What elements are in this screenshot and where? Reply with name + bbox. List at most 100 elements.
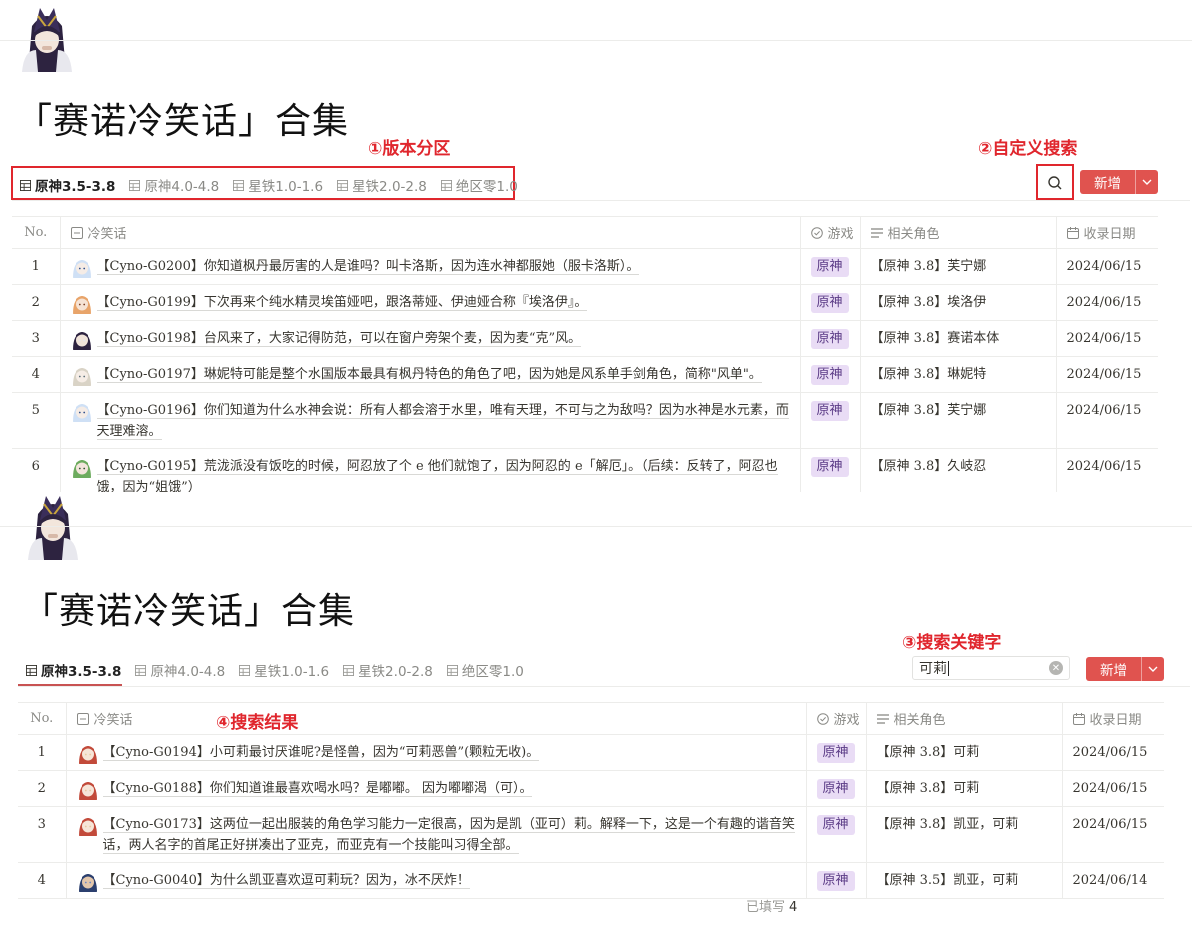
- game-cell[interactable]: 原神: [800, 320, 861, 357]
- tab-zzz-1-0[interactable]: 绝区零1.0: [440, 175, 518, 195]
- table-icon: [337, 179, 349, 191]
- game-tag: 原神: [810, 329, 849, 349]
- tab-genshin-4-0[interactable]: 原神4.0-4.8: [129, 175, 219, 195]
- game-cell[interactable]: 原神: [800, 448, 861, 492]
- tab-genshin-3-5[interactable]: 原神3.5-3.8: [26, 660, 121, 680]
- date-cell[interactable]: 2024/06/15: [1056, 356, 1158, 393]
- game-tag: 原神: [810, 401, 849, 421]
- date-cell[interactable]: 2024/06/15: [1062, 770, 1164, 807]
- new-record-label: 新增: [1094, 176, 1121, 192]
- search-input[interactable]: 可莉 ✕: [912, 656, 1070, 680]
- roles-cell[interactable]: 【原神 3.8】芙宁娜: [860, 392, 1057, 449]
- date-cell[interactable]: 2024/06/15: [1062, 734, 1164, 771]
- calendar-icon: [1072, 713, 1085, 725]
- joke-cell[interactable]: 【Cyno-G0195】荒泷派没有饭吃的时候，阿忍放了个 e 他们就饱了，因为阿…: [60, 448, 801, 492]
- date-cell[interactable]: 2024/06/14: [1062, 862, 1164, 899]
- table-row[interactable]: 5 【Cyno-G0196】你们知道为什么水神会说：所有人都会溶于水里，唯有天理，…: [12, 392, 1158, 449]
- tab-genshin-4-0[interactable]: 原神4.0-4.8: [135, 660, 225, 680]
- date-cell[interactable]: 2024/06/15: [1056, 392, 1158, 449]
- table-row[interactable]: 3 【Cyno-G0198】台风来了，大家记得防范，可以在窗户旁架个麦，因为麦“克…: [12, 320, 1158, 357]
- clear-icon[interactable]: ✕: [1049, 661, 1063, 675]
- tab-starrail-1-0[interactable]: 星铁1.0-1.6: [233, 175, 323, 195]
- joke-cell[interactable]: 【Cyno-G0199】下次再来个纯水精灵埃笛娅吧，跟洛蒂娅、伊迪娅合称『埃洛伊…: [60, 284, 801, 321]
- new-record-dropdown[interactable]: [1135, 170, 1158, 194]
- col-game: 游戏: [806, 702, 867, 735]
- roles-cell[interactable]: 【原神 3.8】凯亚，可莉: [866, 806, 1063, 863]
- tab-zzz-1-0[interactable]: 绝区零1.0: [446, 660, 524, 680]
- table-row[interactable]: 4 【Cyno-G0197】琳妮特可能是整个水国版本最具有枫丹特色的角色了吧，因为…: [12, 356, 1158, 393]
- tab-genshin-3-5[interactable]: 原神3.5-3.8: [20, 175, 115, 195]
- search-input-value: 可莉: [919, 661, 947, 677]
- game-cell[interactable]: 原神: [806, 734, 867, 771]
- search-icon: [1048, 176, 1062, 190]
- joke-cell[interactable]: 【Cyno-G0197】琳妮特可能是整个水国版本最具有枫丹特色的角色了吧，因为她…: [60, 356, 801, 393]
- game-cell[interactable]: 原神: [806, 862, 867, 899]
- table-icon: [233, 179, 245, 191]
- annotation-version-tabs: ①版本分区: [368, 139, 451, 159]
- game-cell[interactable]: 原神: [806, 806, 867, 863]
- date-cell[interactable]: 2024/06/15: [1062, 806, 1164, 863]
- table-row[interactable]: 3 【Cyno-G0173】这两位一起出服装的角色学习能力一定很高，因为是凯（亚可…: [18, 806, 1164, 863]
- row-number: 3: [12, 320, 61, 357]
- date-cell[interactable]: 2024/06/15: [1056, 284, 1158, 321]
- roles-cell[interactable]: 【原神 3.8】琳妮特: [860, 356, 1057, 393]
- joke-cell[interactable]: 【Cyno-G0188】你们知道谁最喜欢喝水吗？是嘟嘟。 因为嘟嘟渴（可）。: [66, 770, 807, 807]
- jokes-table-body: 1 【Cyno-G0200】你知道枫丹最厉害的人是谁吗？叫卡洛斯，因为连水神都服她…: [12, 248, 1158, 492]
- col-roles: 相关角色: [860, 216, 1057, 249]
- tab-starrail-1-0[interactable]: 星铁1.0-1.6: [239, 660, 329, 680]
- table-row[interactable]: 2 【Cyno-G0188】你们知道谁最喜欢喝水吗？是嘟嘟。 因为嘟嘟渴（可）。 原…: [18, 770, 1164, 807]
- kaeya-avatar: [76, 870, 99, 892]
- joke-cell[interactable]: 【Cyno-G0173】这两位一起出服装的角色学习能力一定很高，因为是凯（亚可）…: [66, 806, 807, 863]
- view-tabs: 原神3.5-3.8 原神4.0-4.8 星铁1.0-1.6 星铁2.0-2.8 …: [20, 175, 518, 195]
- date-cell[interactable]: 2024/06/15: [1056, 248, 1158, 285]
- table-row[interactable]: 2 【Cyno-G0199】下次再来个纯水精灵埃笛娅吧，跟洛蒂娅、伊迪娅合称『埃洛…: [12, 284, 1158, 321]
- joke-cell[interactable]: 【Cyno-G0200】你知道枫丹最厉害的人是谁吗？叫卡洛斯，因为连水神都服她（…: [60, 248, 801, 285]
- joke-cell[interactable]: 【Cyno-G0196】你们知道为什么水神会说：所有人都会溶于水里，唯有天理，不…: [60, 392, 801, 449]
- game-cell[interactable]: 原神: [800, 356, 861, 393]
- text-icon: [70, 227, 83, 239]
- table-row[interactable]: 6 【Cyno-G0195】荒泷派没有饭吃的时候，阿忍放了个 e 他们就饱了，因为…: [12, 448, 1158, 492]
- tab-starrail-2-0[interactable]: 星铁2.0-2.8: [343, 660, 433, 680]
- joke-cell[interactable]: 【Cyno-G0040】为什么凯亚喜欢逗可莉玩？因为，冰不厌炸！: [66, 862, 807, 899]
- table-row[interactable]: 1 【Cyno-G0200】你知道枫丹最厉害的人是谁吗？叫卡洛斯，因为连水神都服她…: [12, 248, 1158, 285]
- game-cell[interactable]: 原神: [806, 770, 867, 807]
- game-cell[interactable]: 原神: [800, 392, 861, 449]
- roles-cell[interactable]: 【原神 3.5】凯亚，可莉: [866, 862, 1063, 899]
- joke-cell[interactable]: 【Cyno-G0194】小可莉最讨厌谁呢?是怪兽，因为“可莉恶兽”(颗粒无收)。: [66, 734, 807, 771]
- game-tag: 原神: [810, 457, 849, 477]
- calendar-icon: [1066, 227, 1079, 239]
- table-icon: [20, 179, 31, 191]
- page-avatar: [14, 6, 80, 72]
- roles-cell[interactable]: 【原神 3.8】芙宁娜: [860, 248, 1057, 285]
- filled-label: 已填写: [746, 900, 786, 915]
- search-button[interactable]: [1038, 166, 1072, 200]
- roles-cell[interactable]: 【原神 3.8】可莉: [866, 734, 1063, 771]
- date-cell[interactable]: 2024/06/15: [1056, 320, 1158, 357]
- tab-label: 星铁1.0-1.6: [254, 664, 330, 680]
- roles-cell[interactable]: 【原神 3.8】埃洛伊: [860, 284, 1057, 321]
- game-cell[interactable]: 原神: [800, 248, 861, 285]
- new-record-dropdown[interactable]: [1141, 657, 1164, 681]
- col-no: No.: [12, 216, 61, 249]
- tab-starrail-2-0[interactable]: 星铁2.0-2.8: [337, 175, 427, 195]
- roles-cell[interactable]: 【原神 3.8】久岐忍: [860, 448, 1057, 492]
- roles-cell[interactable]: 【原神 3.8】赛诺本体: [860, 320, 1057, 357]
- new-record-button[interactable]: 新增: [1086, 657, 1164, 681]
- table-row[interactable]: 4 【Cyno-G0040】为什么凯亚喜欢逗可莉玩？因为，冰不厌炸！ 原神 【原神 3…: [18, 862, 1164, 899]
- joke-cell[interactable]: 【Cyno-G0198】台风来了，大家记得防范，可以在窗户旁架个麦，因为麦“克”…: [60, 320, 801, 357]
- furina-avatar: [70, 256, 93, 278]
- table-header-row: No. 冷笑话 游戏 相关角色 收录日期: [18, 702, 1164, 735]
- roles-cell[interactable]: 【原神 3.8】可莉: [866, 770, 1063, 807]
- date-cell[interactable]: 2024/06/15: [1056, 448, 1158, 492]
- panel-all-jokes: 「赛诺冷笑话」合集 ①版本分区 ②自定义搜索 原神3.5-3.8 原神4.0-4…: [0, 0, 1192, 492]
- table-row[interactable]: 1 【Cyno-G0194】小可莉最讨厌谁呢?是怪兽，因为“可莉恶兽”(颗粒无收)…: [18, 734, 1164, 771]
- new-record-button[interactable]: 新增: [1080, 170, 1158, 194]
- new-record-label: 新增: [1100, 663, 1127, 679]
- table-icon: [239, 664, 251, 676]
- tab-label: 星铁2.0-2.8: [358, 664, 433, 680]
- lynette-avatar: [70, 364, 93, 386]
- row-number: 3: [18, 806, 67, 863]
- table-icon: [446, 664, 458, 676]
- game-tag: 原神: [810, 257, 849, 277]
- game-cell[interactable]: 原神: [800, 284, 861, 321]
